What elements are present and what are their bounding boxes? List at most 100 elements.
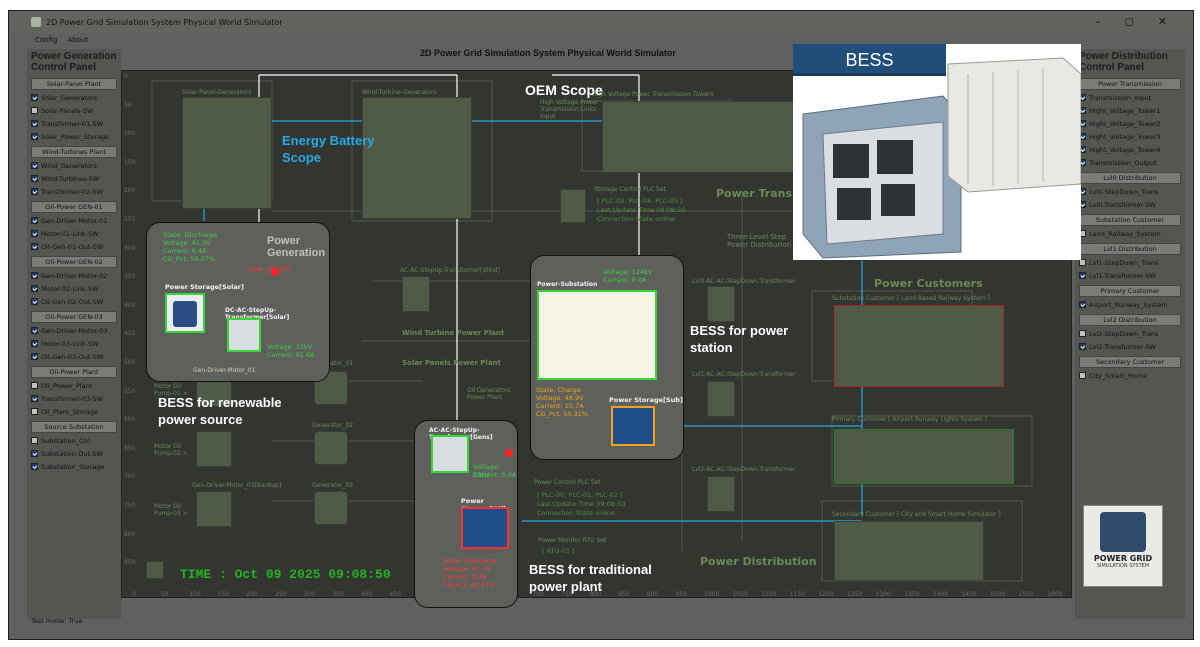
dist-toggle-item[interactable]: Lvl2-StepDown_Trans bbox=[1075, 327, 1185, 340]
gen-storage-card[interactable] bbox=[461, 507, 509, 549]
checkbox[interactable] bbox=[31, 463, 38, 470]
gen-section-header[interactable]: Oil-Power GEN-03 bbox=[31, 311, 117, 323]
checkbox[interactable] bbox=[31, 327, 38, 334]
gen-toggle-item[interactable]: Oil-Gen-03-Out-SW bbox=[27, 350, 121, 363]
solar-switch-indicator[interactable] bbox=[271, 268, 279, 276]
gen-toggle-item[interactable]: Gen-Driver-Motor-01 bbox=[27, 214, 121, 227]
gen-section-header[interactable]: Wind-Turbines Plant bbox=[31, 146, 117, 158]
checkbox[interactable] bbox=[31, 133, 38, 140]
checkbox[interactable] bbox=[31, 94, 38, 101]
gen-section-header[interactable]: Solar-Panel Plant bbox=[31, 78, 117, 90]
dist-toggle-item[interactable]: Transmission_Input bbox=[1075, 91, 1185, 104]
dist-toggle-item[interactable]: Lvl2-Transformer-SW bbox=[1075, 340, 1185, 353]
checkbox[interactable] bbox=[31, 230, 38, 237]
menu-about[interactable]: About bbox=[67, 36, 88, 44]
dist-toggle-item[interactable]: Hight_Voltage_Tower1 bbox=[1075, 104, 1185, 117]
dist-toggle-item[interactable]: Hight_Voltage_Tower3 bbox=[1075, 130, 1185, 143]
gen-toggle-item[interactable]: Transformer-02-SW bbox=[27, 185, 121, 198]
checkbox[interactable] bbox=[31, 298, 38, 305]
dist-toggle-item[interactable]: Lvl1-StepDown_Trans bbox=[1075, 256, 1185, 269]
gen-toggle-item[interactable]: Gen-Driver-Motor-02 bbox=[27, 269, 121, 282]
dist-toggle-item[interactable]: Hight_Voltage_Tower2 bbox=[1075, 117, 1185, 130]
gen-toggle-item[interactable]: Oil_Plant_Storage bbox=[27, 405, 121, 418]
checkbox[interactable] bbox=[1079, 259, 1086, 266]
gen-toggle-item[interactable]: Substation_Storage bbox=[27, 460, 121, 473]
gen-section-header[interactable]: Oil-Power Plant bbox=[31, 366, 117, 378]
gen-toggle-item[interactable]: Wind-Turbines-SW bbox=[27, 172, 121, 185]
gen-section-header[interactable]: Oil-Power GEN-02 bbox=[31, 256, 117, 268]
checkbox[interactable] bbox=[31, 382, 38, 389]
checkbox[interactable] bbox=[31, 107, 38, 114]
checkbox[interactable] bbox=[31, 340, 38, 347]
checkbox[interactable] bbox=[31, 217, 38, 224]
gen-section-header[interactable]: Source Substation bbox=[31, 421, 117, 433]
dist-toggle-item[interactable]: City_Smart_Home bbox=[1075, 369, 1185, 382]
gen-state: State: Discharge bbox=[443, 557, 498, 565]
dist-toggle-item[interactable]: Lvl0-StepDown_Trans bbox=[1075, 185, 1185, 198]
gen-switch-indicator[interactable] bbox=[505, 449, 513, 457]
menu-config[interactable]: Config bbox=[35, 36, 57, 44]
dist-section-header[interactable]: Substation Customer bbox=[1079, 214, 1181, 226]
dist-toggle-item[interactable]: Lvl0-Transformer-SW bbox=[1075, 198, 1185, 211]
checkbox[interactable] bbox=[31, 437, 38, 444]
gen-toggle-item[interactable]: Transformer-01-SW bbox=[27, 117, 121, 130]
gen-toggle-item[interactable]: Oil-Gen-01-Out-SW bbox=[27, 240, 121, 253]
dist-toggle-item[interactable]: Land_Railway_System bbox=[1075, 227, 1185, 240]
gen-toggle-item[interactable]: Substation_Ctrl bbox=[27, 434, 121, 447]
checkbox[interactable] bbox=[31, 395, 38, 402]
checkbox[interactable] bbox=[1079, 343, 1086, 350]
gen-toggle-item[interactable]: Motor-01-Link-SW bbox=[27, 227, 121, 240]
substation-card[interactable] bbox=[537, 290, 657, 380]
dist-section-header[interactable]: Primary Customer bbox=[1079, 285, 1181, 297]
solar-transformer-card[interactable] bbox=[227, 318, 261, 352]
checkbox[interactable] bbox=[1079, 330, 1086, 337]
dist-section-header[interactable]: Power Transmission bbox=[1079, 78, 1181, 90]
gen-section-header[interactable]: Oil-Power GEN-01 bbox=[31, 201, 117, 213]
maximize-icon[interactable]: ◻ bbox=[1125, 15, 1134, 28]
gen-toggle-item[interactable]: Substation-Out-SW bbox=[27, 447, 121, 460]
checkbox[interactable] bbox=[1079, 301, 1086, 308]
gen-toggle-item[interactable]: Oil-Gen-02-Out-SW bbox=[27, 295, 121, 308]
dist-section-header[interactable]: Lvl2 Distribution bbox=[1079, 314, 1181, 326]
toggle-label: City_Smart_Home bbox=[1089, 371, 1148, 380]
checkbox[interactable] bbox=[31, 162, 38, 169]
checkbox[interactable] bbox=[31, 272, 38, 279]
checkbox[interactable] bbox=[1079, 272, 1086, 279]
gen-toggle-item[interactable]: Oil_Power_Plant bbox=[27, 379, 121, 392]
checkbox[interactable] bbox=[1079, 372, 1086, 379]
y-tick-label: 250 bbox=[124, 216, 136, 223]
checkbox[interactable] bbox=[31, 450, 38, 457]
checkbox[interactable] bbox=[31, 120, 38, 127]
gen-toggle-item[interactable]: Motor-02-Link-SW bbox=[27, 282, 121, 295]
toggle-label: Oil_Plant_Storage bbox=[41, 407, 99, 416]
solar-storage-card[interactable] bbox=[165, 293, 205, 333]
minimize-icon[interactable]: – bbox=[1095, 15, 1101, 28]
gen-toggle-item[interactable]: Solar_Generators bbox=[27, 91, 121, 104]
checkbox[interactable] bbox=[31, 285, 38, 292]
gen-toggle-item[interactable]: Wind_Generators bbox=[27, 159, 121, 172]
gen-toggle-item[interactable]: Solar_Power_Storage bbox=[27, 130, 121, 143]
checkbox[interactable] bbox=[31, 353, 38, 360]
checkbox[interactable] bbox=[31, 243, 38, 250]
toggle-label: Lvl0-Transformer-SW bbox=[1089, 200, 1156, 209]
dist-section-header[interactable]: Lvl1 Distribution bbox=[1079, 243, 1181, 255]
dist-toggle-item[interactable]: Lvl1-Transformer-SW bbox=[1075, 269, 1185, 282]
close-icon[interactable]: ✕ bbox=[1158, 15, 1167, 28]
gen-toggle-item[interactable]: Transformer-03-SW bbox=[27, 392, 121, 405]
gen-bess-highlight: AC-AC-StepUp-Transformer[Gens] Voltage: … bbox=[414, 420, 518, 608]
gen-toggle-item[interactable]: Solar-Panels-SW bbox=[27, 104, 121, 117]
checkbox[interactable] bbox=[31, 188, 38, 195]
sub-storage-card[interactable] bbox=[611, 406, 655, 446]
logo-subtext: SIMULATION SYSTEM bbox=[1096, 563, 1150, 569]
checkbox[interactable] bbox=[31, 408, 38, 415]
dist-toggle-item[interactable]: Airport_Runway_System bbox=[1075, 298, 1185, 311]
gen-transformer-card[interactable] bbox=[431, 435, 469, 473]
dist-toggle-item[interactable]: Hight_Voltage_Tower4 bbox=[1075, 143, 1185, 156]
dist-toggle-item[interactable]: Transmission_Output bbox=[1075, 156, 1185, 169]
dist-section-header[interactable]: Lvl0 Distribution bbox=[1079, 172, 1181, 184]
dist-section-header[interactable]: Secondary Customer bbox=[1079, 356, 1181, 368]
toggle-label: Gen-Driver-Motor-01 bbox=[41, 216, 108, 225]
gen-toggle-item[interactable]: Gen-Driver-Motor-03 bbox=[27, 324, 121, 337]
gen-toggle-item[interactable]: Motor-03-Link-SW bbox=[27, 337, 121, 350]
checkbox[interactable] bbox=[31, 175, 38, 182]
